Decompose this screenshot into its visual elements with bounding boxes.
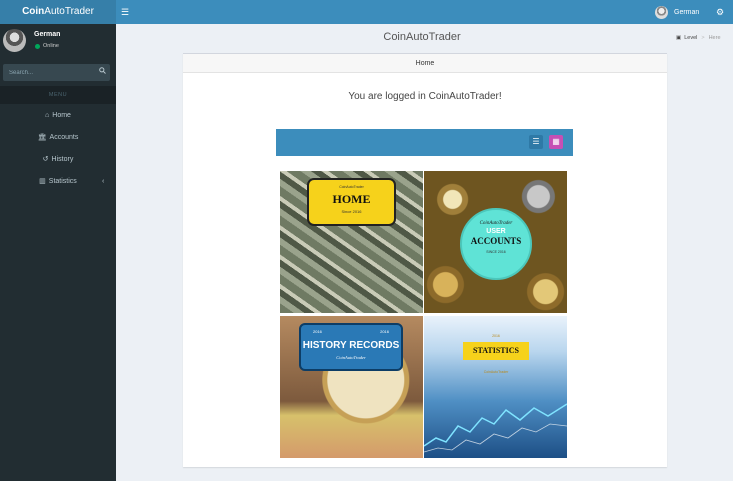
accounts-tile-badge: CoinAutoTrader USER ACCOUNTS SINCE 2016	[460, 208, 532, 280]
home-tile-title: HOME	[332, 192, 371, 206]
sidebar-item-accounts[interactable]: 🏛 Accounts	[0, 127, 116, 149]
tile-history[interactable]: 2016 2016 HISTORY RECORDS CoinAutoTrader	[280, 316, 423, 458]
online-dot-icon	[35, 43, 40, 49]
history-tile-year-left: 2016	[313, 329, 322, 334]
gallery-toolbar: ☰ ▦	[276, 129, 573, 156]
list-view-button[interactable]: ☰	[529, 135, 543, 149]
breadcrumb-level[interactable]: Level	[684, 35, 697, 41]
grid-view-button[interactable]: ▦	[549, 135, 563, 149]
box-title: Home	[183, 54, 667, 73]
sidebar: German Online MENU ⌂Home 🏛Accounts ↺Hist…	[0, 24, 116, 481]
history-tile-badge: 2016 2016 HISTORY RECORDS CoinAutoTrader	[299, 323, 403, 371]
sidebar-item-home[interactable]: ⌂ Home	[0, 105, 116, 127]
avatar	[3, 29, 26, 52]
accounts-tile-since: SINCE 2016	[486, 250, 506, 254]
history-tile-year-right: 2016	[380, 329, 389, 334]
tile-statistics[interactable]: 2016 STATISTICS CoinAutoTrader	[424, 316, 567, 458]
user-panel: German Online	[0, 24, 116, 60]
statistics-tile-top: 2016	[492, 334, 500, 338]
dashboard-icon: ▣	[676, 35, 682, 41]
stock-chart-graphic	[424, 403, 567, 453]
search-icon[interactable]	[95, 64, 110, 81]
accounts-tile-user: USER	[486, 228, 506, 235]
sidebar-item-history[interactable]: ↺ History	[0, 149, 116, 171]
tile-home[interactable]: CoinAutoTrader HOME Since 2016	[280, 171, 423, 313]
sidebar-item-label: Statistics	[48, 178, 77, 185]
menu-header: MENU	[0, 86, 116, 104]
user-menu[interactable]: German	[655, 4, 699, 20]
status-text: Online	[43, 43, 59, 49]
bank-icon: 🏛	[37, 134, 47, 141]
statistics-tile-sub: CoinAutoTrader	[483, 370, 509, 374]
welcome-message: You are logged in CoinAutoTrader!	[348, 91, 502, 102]
home-tile-since: Since 2016	[341, 209, 362, 214]
home-box: Home You are logged in CoinAutoTrader! ☰…	[183, 53, 667, 467]
history-tile-years: 2016 2016	[301, 325, 401, 334]
sidebar-item-statistics[interactable]: ▥ Statistics ‹	[0, 171, 116, 193]
user-menu-name: German	[674, 8, 700, 16]
statistics-tile-title: STATISTICS	[463, 342, 529, 360]
home-tile-small: CoinAutoTrader	[339, 185, 364, 189]
breadcrumb-current: Here	[708, 35, 721, 41]
gears-icon[interactable]: ⚙	[716, 6, 724, 18]
history-tile-title: HISTORY RECORDS	[302, 340, 400, 351]
sidebar-item-label: Accounts	[49, 134, 79, 141]
home-icon: ⌂	[45, 112, 50, 119]
sidebar-search	[3, 64, 110, 81]
sidebar-item-label: History	[51, 156, 74, 163]
bar-chart-icon: ▥	[39, 178, 46, 185]
accounts-tile-script: CoinAutoTrader	[479, 221, 513, 226]
chevron-left-icon: ‹	[102, 178, 105, 185]
history-tile-script: CoinAutoTrader	[336, 355, 366, 360]
page-title: CoinAutoTrader	[383, 31, 461, 43]
logo-bold-text: Coin	[22, 6, 45, 17]
sidebar-toggle-icon[interactable]: ☰	[121, 6, 131, 18]
breadcrumb: ▣ Level > Here	[676, 35, 721, 41]
sidebar-item-label: Home	[52, 112, 71, 119]
top-navbar: CoinAutoTrader ☰ German ⚙	[0, 0, 733, 24]
avatar	[655, 5, 668, 19]
search-input[interactable]	[3, 64, 93, 81]
sidebar-user-name: German	[34, 31, 61, 38]
app-logo[interactable]: CoinAutoTrader	[0, 0, 116, 24]
breadcrumb-separator: >	[701, 35, 705, 41]
statistics-tile-badge: 2016 STATISTICS CoinAutoTrader	[463, 334, 529, 382]
status-badge: Online	[35, 43, 59, 49]
accounts-tile-title: ACCOUNTS	[470, 236, 522, 246]
history-icon: ↺	[42, 156, 49, 163]
logo-rest-text: AutoTrader	[44, 6, 94, 17]
tile-accounts[interactable]: CoinAutoTrader USER ACCOUNTS SINCE 2016	[424, 171, 567, 313]
home-tile-badge: CoinAutoTrader HOME Since 2016	[307, 178, 396, 226]
